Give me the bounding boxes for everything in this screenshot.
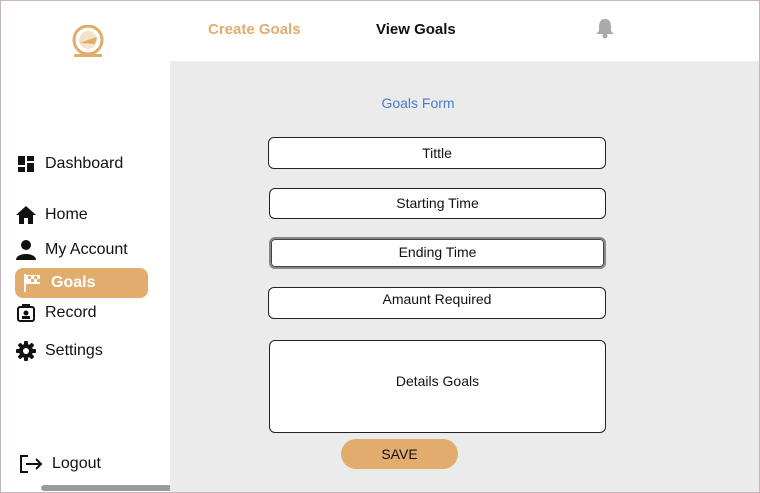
sidebar-item-label: Record <box>45 304 97 321</box>
sidebar-item-record[interactable]: Record <box>15 298 97 328</box>
sidebar-item-label: Home <box>45 206 88 223</box>
tab-create-goals[interactable]: Create Goals <box>208 21 301 38</box>
sidebar-item-label: My Account <box>45 241 128 258</box>
sidebar-item-home[interactable]: Home <box>15 200 88 230</box>
save-button[interactable]: SAVE <box>341 439 458 469</box>
logout-icon <box>18 453 44 475</box>
sidebar-item-settings[interactable]: Settings <box>15 336 103 366</box>
details-goals-field[interactable]: Details Goals <box>269 340 606 433</box>
flag-icon <box>21 272 43 294</box>
sidebar-item-dashboard[interactable]: Dashboard <box>15 149 123 179</box>
gear-icon <box>15 340 37 362</box>
sidebar-item-my-account[interactable]: My Account <box>15 235 128 265</box>
brand-logo <box>72 25 104 57</box>
sidebar: Dashboard Home My Account Goals Record S… <box>1 1 170 492</box>
sidebar-item-goals[interactable]: Goals <box>15 268 148 298</box>
logout-button[interactable]: Logout <box>18 449 101 479</box>
main-content: Goals Form Tittle Starting Time Ending T… <box>170 61 759 492</box>
record-icon <box>15 302 37 324</box>
sidebar-item-label: Goals <box>51 274 96 291</box>
ending-time-field[interactable]: Ending Time <box>269 237 606 269</box>
bell-icon[interactable] <box>594 17 616 39</box>
tab-view-goals[interactable]: View Goals <box>376 21 456 38</box>
amount-required-field[interactable]: Amaunt Required <box>268 287 606 319</box>
top-bar: Create Goals View Goals <box>170 1 759 61</box>
sidebar-item-label: Settings <box>45 342 103 359</box>
title-field[interactable]: Tittle <box>268 137 606 169</box>
starting-time-field[interactable]: Starting Time <box>269 188 606 219</box>
user-icon <box>15 239 37 261</box>
dashboard-icon <box>15 153 37 175</box>
logout-label: Logout <box>52 455 101 472</box>
home-icon <box>15 204 37 226</box>
form-title: Goals Form <box>381 95 455 111</box>
sidebar-item-label: Dashboard <box>45 155 124 172</box>
